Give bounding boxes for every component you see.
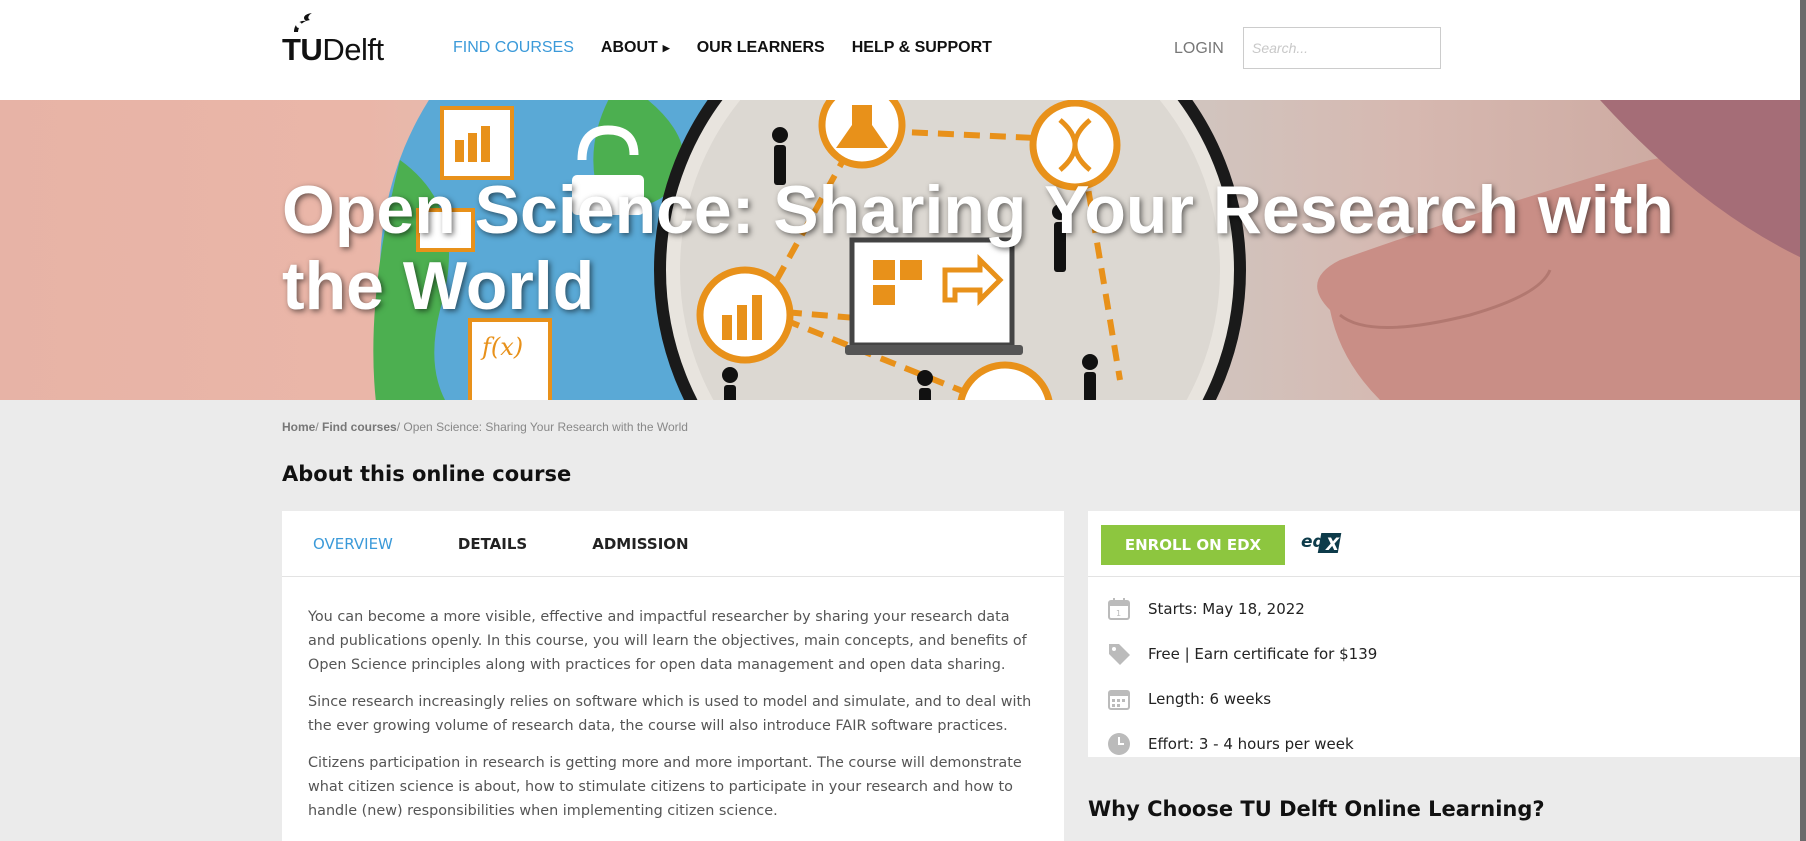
logo-tu: TU — [282, 32, 323, 67]
clock-icon — [1106, 731, 1132, 757]
overview-paragraph: You can become a more visible, effective… — [308, 609, 1027, 673]
start-date-text: Starts: May 18, 2022 — [1148, 599, 1305, 618]
nav-find-courses[interactable]: FIND COURSES — [453, 39, 574, 57]
hero-banner: f(x) Open Science: Sharing Your Research… — [0, 100, 1806, 400]
enroll-on-edx-button[interactable]: ENROLL ON EDX — [1101, 525, 1285, 565]
tab-admission[interactable]: ADMISSION — [592, 535, 688, 553]
enroll-row: ENROLL ON EDX ed X — [1088, 511, 1806, 577]
search-input[interactable] — [1243, 27, 1441, 69]
page-scrollbar[interactable] — [1800, 0, 1806, 841]
breadcrumb-find-courses[interactable]: Find courses — [322, 420, 397, 434]
edx-logo: ed X — [1301, 532, 1342, 555]
why-choose-title: Why Choose TU Delft Online Learning? — [1088, 797, 1545, 821]
info-start-date: 1 Starts: May 18, 2022 — [1088, 586, 1806, 631]
length-text: Length: 6 weeks — [1148, 689, 1272, 708]
overview-content: You can become a more visible, effective… — [282, 577, 1064, 823]
enroll-panel: ENROLL ON EDX ed X 1 Starts: May 18, 202… — [1088, 511, 1806, 757]
tab-overview[interactable]: OVERVIEW — [313, 535, 393, 553]
nav-about-label: ABOUT — [600, 39, 658, 56]
logo-wordmark: TUDelft — [282, 32, 384, 68]
breadcrumb-home[interactable]: Home — [282, 420, 315, 434]
course-facts: 1 Starts: May 18, 2022 Free | Earn certi… — [1088, 577, 1806, 766]
svg-text:f(x): f(x) — [480, 333, 523, 361]
nav-our-learners[interactable]: OUR LEARNERS — [697, 39, 825, 57]
breadcrumb-current: Open Science: Sharing Your Research with… — [403, 420, 688, 434]
info-effort: Effort: 3 - 4 hours per week — [1088, 721, 1806, 766]
caret-right-icon: ▶ — [662, 42, 670, 53]
calendar-grid-icon — [1106, 686, 1132, 712]
svg-text:X: X — [1325, 535, 1340, 555]
svg-text:1: 1 — [1116, 609, 1121, 618]
logo-delft: Delft — [322, 32, 384, 67]
course-tabs: OVERVIEW DETAILS ADMISSION — [282, 511, 1064, 577]
main-nav: FIND COURSES ABOUT ▶ OUR LEARNERS HELP & … — [453, 39, 1019, 57]
login-link[interactable]: LOGIN — [1174, 40, 1224, 58]
price-tag-icon — [1106, 641, 1132, 667]
effort-text: Effort: 3 - 4 hours per week — [1148, 734, 1354, 753]
breadcrumb: Home/ Find courses/ Open Science: Sharin… — [282, 420, 688, 434]
course-title: Open Science: Sharing Your Research with… — [282, 172, 1674, 324]
breadcrumb-separator: / — [315, 420, 323, 434]
info-price: Free | Earn certificate for $139 — [1088, 631, 1806, 676]
tu-delft-logo[interactable]: TUDelft — [282, 12, 407, 68]
tab-details[interactable]: DETAILS — [458, 535, 527, 553]
nav-about[interactable]: ABOUT ▶ — [601, 39, 670, 57]
course-info-panel: OVERVIEW DETAILS ADMISSION You can becom… — [282, 511, 1064, 841]
flame-icon — [294, 13, 312, 32]
site-header: TUDelft FIND COURSES ABOUT ▶ OUR LEARNERS… — [0, 0, 1806, 100]
about-section-title: About this online course — [282, 462, 572, 486]
calendar-icon: 1 — [1106, 596, 1132, 622]
nav-help-support[interactable]: HELP & SUPPORT — [852, 39, 992, 57]
overview-paragraph: Citizens participation in research is ge… — [308, 755, 1022, 819]
overview-paragraph: Since research increasingly relies on so… — [308, 694, 1032, 734]
info-length: Length: 6 weeks — [1088, 676, 1806, 721]
price-text: Free | Earn certificate for $139 — [1148, 644, 1378, 663]
